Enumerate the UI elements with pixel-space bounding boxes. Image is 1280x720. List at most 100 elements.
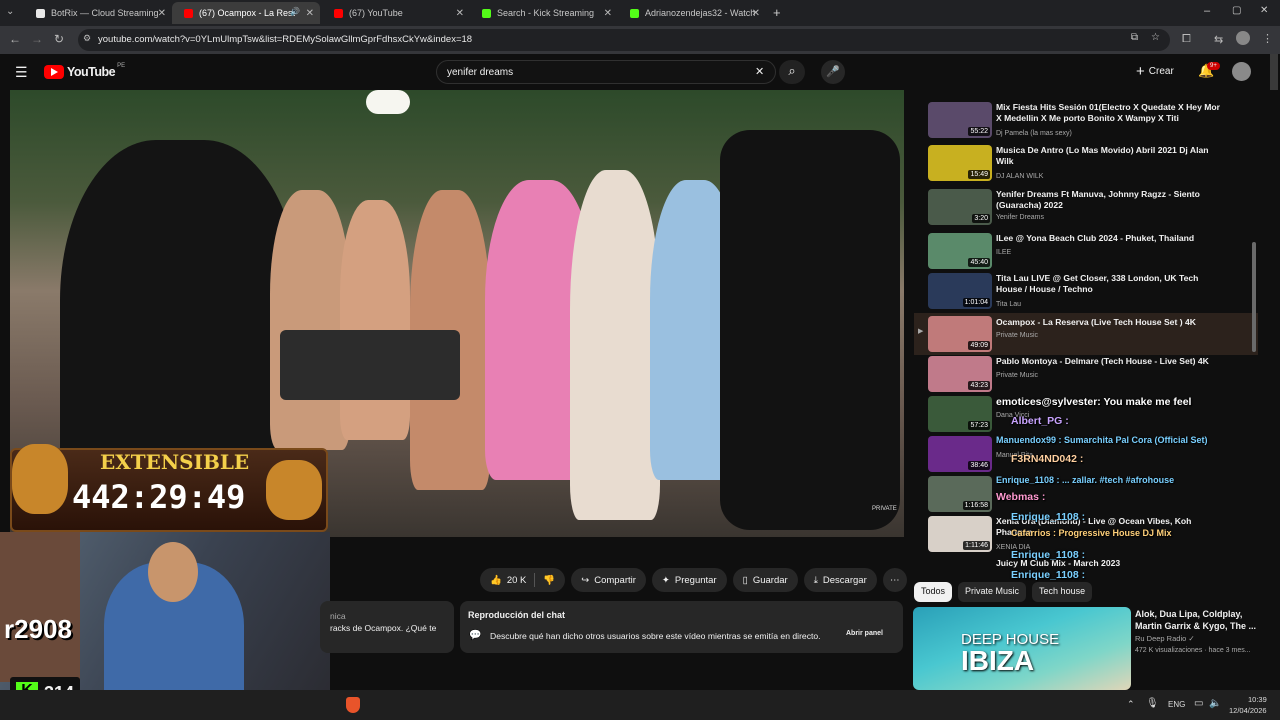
- tab-kick-channel[interactable]: Adrianozendejas32 - Watch the✕: [618, 2, 766, 24]
- save-button[interactable]: ▯ Guardar: [732, 568, 798, 592]
- chat-overlay-line: Manuendox99 : Sumarchita Pal Cora (Offic…: [996, 435, 1208, 445]
- microphone-tray-icon[interactable]: 🎙: [1146, 698, 1159, 709]
- playlist-item[interactable]: Juicy M Club Mix - March 2023: [914, 558, 1258, 570]
- close-tab-icon[interactable]: ✕: [456, 8, 464, 19]
- site-info-icon[interactable]: ⚙: [83, 33, 91, 44]
- create-button[interactable]: + Crear: [1136, 63, 1174, 80]
- playlist-item[interactable]: 55:22 Mix Fiesta Hits Sesión 01(Electro X…: [914, 102, 1258, 142]
- close-window-button[interactable]: ✕: [1260, 5, 1268, 16]
- profile-switch-icon[interactable]: ⇆: [1214, 33, 1223, 46]
- tab-kick-search[interactable]: Search - Kick Streaming ✕: [470, 2, 618, 24]
- forward-icon[interactable]: →: [31, 32, 43, 46]
- share-button[interactable]: ↪ Compartir: [571, 568, 646, 592]
- tab-search-icon[interactable]: ⌄: [6, 6, 14, 17]
- clock-date[interactable]: 12/04/2026: [1229, 706, 1267, 715]
- youtube-play-logo-icon: [44, 65, 64, 79]
- reload-icon[interactable]: ↻: [54, 32, 64, 46]
- brave-browser-taskbar-icon[interactable]: [346, 697, 360, 713]
- new-tab-button[interactable]: +: [773, 5, 781, 20]
- download-icon: ⤓: [813, 574, 818, 586]
- tab-botrix[interactable]: BotRix — Cloud Streaming Bot✕: [24, 2, 172, 24]
- thumbs-down-icon[interactable]: 👎: [543, 575, 555, 586]
- menu-hamburger-icon[interactable]: ☰: [15, 64, 28, 81]
- clear-search-icon[interactable]: ✕: [755, 65, 764, 78]
- back-icon[interactable]: ←: [9, 32, 21, 46]
- recommended-channel[interactable]: Ru Deep Radio ✓: [1135, 634, 1195, 643]
- youtube-header: ☰ YouTube PE yenifer dreams ✕ ⌕ 🎤 + Crear…: [0, 54, 1280, 90]
- video-dancer: [570, 170, 660, 520]
- browser-menu-icon[interactable]: ⋮: [1262, 32, 1273, 45]
- playlist-thumbnail: 49:09: [928, 316, 992, 352]
- playlist-thumbnail: 15:49: [928, 145, 992, 181]
- volume-icon[interactable]: 🔈: [1209, 698, 1221, 709]
- mascot-right-icon: [266, 460, 322, 520]
- playlist-item[interactable]: 43:23 Pablo Montoya - Delmare (Tech House…: [914, 356, 1258, 396]
- clock-time[interactable]: 10:39: [1248, 695, 1267, 704]
- kick-favicon-icon: [482, 8, 491, 18]
- minimize-button[interactable]: –: [1204, 5, 1210, 17]
- playlist-thumbnail: 57:23: [928, 396, 992, 432]
- ask-button[interactable]: ✦ Preguntar: [651, 568, 727, 592]
- playlist-item[interactable]: 15:49 Musica De Antro (Lo Mas Movido) Abr…: [914, 145, 1258, 185]
- cast-icon[interactable]: ⧉: [1131, 32, 1138, 43]
- tab-youtube[interactable]: (67) YouTube ✕: [322, 2, 470, 24]
- download-button[interactable]: ⤓ Descargar: [803, 568, 877, 592]
- like-button[interactable]: 👍 20 K 👎: [480, 568, 566, 592]
- network-icon[interactable]: ▭: [1194, 698, 1203, 709]
- chat-overlay-line: emotices@sylvester: You make me feel: [996, 396, 1192, 408]
- plus-icon: +: [1136, 63, 1145, 80]
- tab-ocampox[interactable]: (67) Ocampox - La Reserva🔊✕: [172, 2, 320, 24]
- now-playing-icon: ▶: [918, 328, 924, 335]
- playlist-thumbnail: 38:46: [928, 436, 992, 472]
- account-avatar[interactable]: [1232, 62, 1251, 81]
- more-actions-button[interactable]: ⋯: [882, 568, 907, 592]
- extensions-icon[interactable]: ⧠: [1182, 33, 1191, 46]
- close-tab-icon[interactable]: ✕: [752, 8, 760, 19]
- video-speaker-cover: [720, 130, 900, 530]
- recommended-meta: 472 K visualizaciones · hace 3 mes...: [1135, 647, 1251, 654]
- chip-all[interactable]: Todos: [914, 582, 953, 602]
- playlist-item-current[interactable]: ▶ 49:09 Ocampox - La Reserva (Live Tech Ho…: [914, 313, 1258, 355]
- video-actions: 👍 20 K 👎 ↪ Compartir ✦ Preguntar ▯ Guardar ⤓ D…: [480, 568, 907, 592]
- maximize-button[interactable]: ▢: [1232, 5, 1241, 16]
- playlist-panel: 55:22 Mix Fiesta Hits Sesión 01(Electro X…: [914, 92, 1264, 570]
- playlist-thumbnail: 1:16:58: [928, 476, 992, 512]
- youtube-favicon-icon: [184, 8, 193, 18]
- chip-private-music[interactable]: Private Music: [958, 582, 1027, 602]
- chip-tech-house[interactable]: Tech house: [1032, 582, 1093, 602]
- search-input[interactable]: yenifer dreams ✕: [436, 60, 776, 84]
- page-scrollbar[interactable]: [1270, 54, 1278, 90]
- url-field[interactable]: ⚙ youtube.com/watch?v=0YLmUlmpTsw&list=R…: [78, 29, 1170, 51]
- bookmark-star-icon[interactable]: ☆: [1151, 32, 1160, 43]
- playlist-item[interactable]: 1:01:04 Tita Lau LIVE @ Get Closer, 338 L…: [914, 273, 1258, 313]
- browser-profile-avatar[interactable]: [1236, 31, 1250, 45]
- close-tab-icon[interactable]: ✕: [604, 8, 612, 19]
- chat-overlay-line: Cafarrios : Progressive House DJ Mix: [1011, 528, 1172, 538]
- search-button[interactable]: ⌕: [779, 60, 805, 84]
- notification-count-badge: 9+: [1207, 62, 1220, 70]
- youtube-logo[interactable]: YouTube PE: [44, 63, 125, 79]
- voice-search-button[interactable]: 🎤: [821, 60, 845, 84]
- recommended-thumbnail[interactable]: DEEP HOUSE IBIZA: [913, 607, 1131, 690]
- chat-overlay-line: F3RN4ND042 :: [1011, 453, 1084, 465]
- playlist-scrollbar[interactable]: [1252, 242, 1256, 352]
- webcam-inset-face: [0, 532, 80, 682]
- close-tab-icon[interactable]: ✕: [158, 8, 166, 19]
- playlist-item[interactable]: 3:20 Yenifer Dreams Ft Manuva, Johnny Rag…: [914, 189, 1258, 229]
- microphone-icon: 🎤: [826, 66, 840, 78]
- chat-overlay-line: Enrique_1108 :: [1011, 569, 1086, 581]
- description-card[interactable]: nica racks de Ocampox. ¿Qué te: [320, 601, 454, 653]
- chat-overlay-line: Albert_PG :: [1011, 415, 1069, 427]
- language-indicator[interactable]: ENG: [1168, 700, 1185, 709]
- video-light: [366, 90, 410, 114]
- open-panel-button[interactable]: Abrir panel: [846, 630, 883, 637]
- chat-overlay-line: Webmas :: [996, 491, 1046, 503]
- recommended-title[interactable]: Alok, Dua Lipa, Coldplay, Martin Garrix …: [1135, 608, 1263, 632]
- tray-expand-icon[interactable]: ⌃: [1127, 699, 1135, 710]
- close-tab-icon[interactable]: ✕: [306, 8, 314, 19]
- playlist-thumbnail: 1:11:46: [928, 516, 992, 552]
- playlist-item[interactable]: 45:40 ILee @ Yona Beach Club 2024 - Phuke…: [914, 233, 1258, 273]
- chat-overlay-line: Enrique_1108 :: [1011, 511, 1086, 523]
- speaker-icon[interactable]: 🔊: [290, 7, 300, 16]
- webcam-streamer-head: [148, 542, 198, 602]
